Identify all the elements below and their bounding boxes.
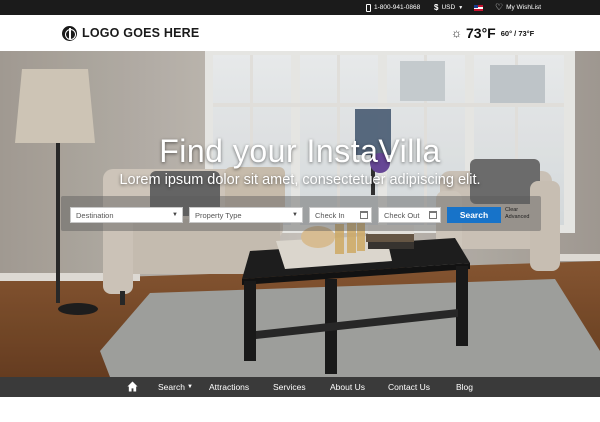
current-temperature: 73°F — [466, 25, 496, 41]
check-in-field[interactable]: Check In — [309, 207, 372, 223]
advanced-link[interactable]: Advanced — [505, 214, 539, 221]
phone-number: 1-800-941-0868 — [374, 4, 421, 11]
logo[interactable]: LOGO GOES HERE — [62, 25, 199, 41]
property-type-placeholder: Property Type — [195, 210, 242, 220]
nav-item-attractions[interactable]: Attractions — [209, 377, 249, 397]
calendar-icon — [360, 211, 368, 219]
check-out-field[interactable]: Check Out — [378, 207, 441, 223]
page: 1-800-941-0868 $ USD ▼ ♡ My WishList LOG… — [0, 0, 600, 422]
search-extra-links: Clear Advanced — [505, 207, 539, 221]
logo-mark-icon — [62, 25, 77, 41]
search-button[interactable]: Search — [447, 207, 501, 223]
nav-item-services[interactable]: Services — [273, 377, 306, 397]
temperature-range: 60° / 73°F — [500, 28, 535, 38]
destination-placeholder: Destination — [76, 210, 114, 220]
chevron-down-icon: ▼ — [292, 212, 298, 218]
property-type-select[interactable]: Property Type ▼ — [189, 207, 303, 223]
flag-icon — [474, 4, 483, 11]
dollar-icon: $ — [434, 3, 439, 12]
hero-banner: Find your InstaVilla Lorem ipsum dolor s… — [0, 51, 600, 377]
main-nav: Search ▼ Attractions Services About Us C… — [0, 377, 600, 397]
phone-link[interactable]: 1-800-941-0868 — [366, 0, 420, 15]
check-in-placeholder: Check In — [315, 210, 345, 220]
clear-link[interactable]: Clear — [505, 207, 539, 214]
page-footer-space — [0, 397, 600, 422]
check-out-placeholder: Check Out — [384, 210, 420, 220]
weather-widget: ☼ 73°F 60° / 73°F — [451, 24, 534, 42]
destination-select[interactable]: Destination ▼ — [70, 207, 183, 223]
site-header: LOGO GOES HERE ☼ 73°F 60° / 73°F — [0, 15, 600, 51]
currency-label: USD — [441, 4, 456, 11]
chevron-down-icon: ▼ — [172, 212, 178, 218]
nav-item-blog[interactable]: Blog — [456, 377, 473, 397]
nav-item-label: Search — [158, 382, 185, 392]
calendar-icon — [429, 211, 437, 219]
home-icon[interactable] — [127, 381, 138, 392]
hero-title: Find your InstaVilla — [159, 133, 441, 169]
caret-down-icon: ▼ — [458, 4, 464, 11]
logo-text: LOGO GOES HERE — [82, 26, 200, 40]
wishlist-link[interactable]: ♡ My WishList — [495, 0, 541, 15]
sun-icon: ☼ — [451, 26, 462, 40]
currency-selector[interactable]: $ USD ▼ — [434, 0, 463, 15]
nav-item-contact-us[interactable]: Contact Us — [388, 377, 430, 397]
wishlist-label: My WishList — [506, 4, 542, 11]
language-selector[interactable] — [474, 0, 483, 15]
heart-icon: ♡ — [495, 2, 504, 12]
top-bar: 1-800-941-0868 $ USD ▼ ♡ My WishList — [0, 0, 600, 15]
hero-subtitle: Lorem ipsum dolor sit amet, consectetuer… — [119, 172, 481, 188]
nav-item-about-us[interactable]: About Us — [330, 377, 365, 397]
phone-icon — [366, 3, 371, 12]
caret-down-icon: ▼ — [186, 384, 193, 390]
nav-item-search[interactable]: Search ▼ — [158, 377, 193, 397]
